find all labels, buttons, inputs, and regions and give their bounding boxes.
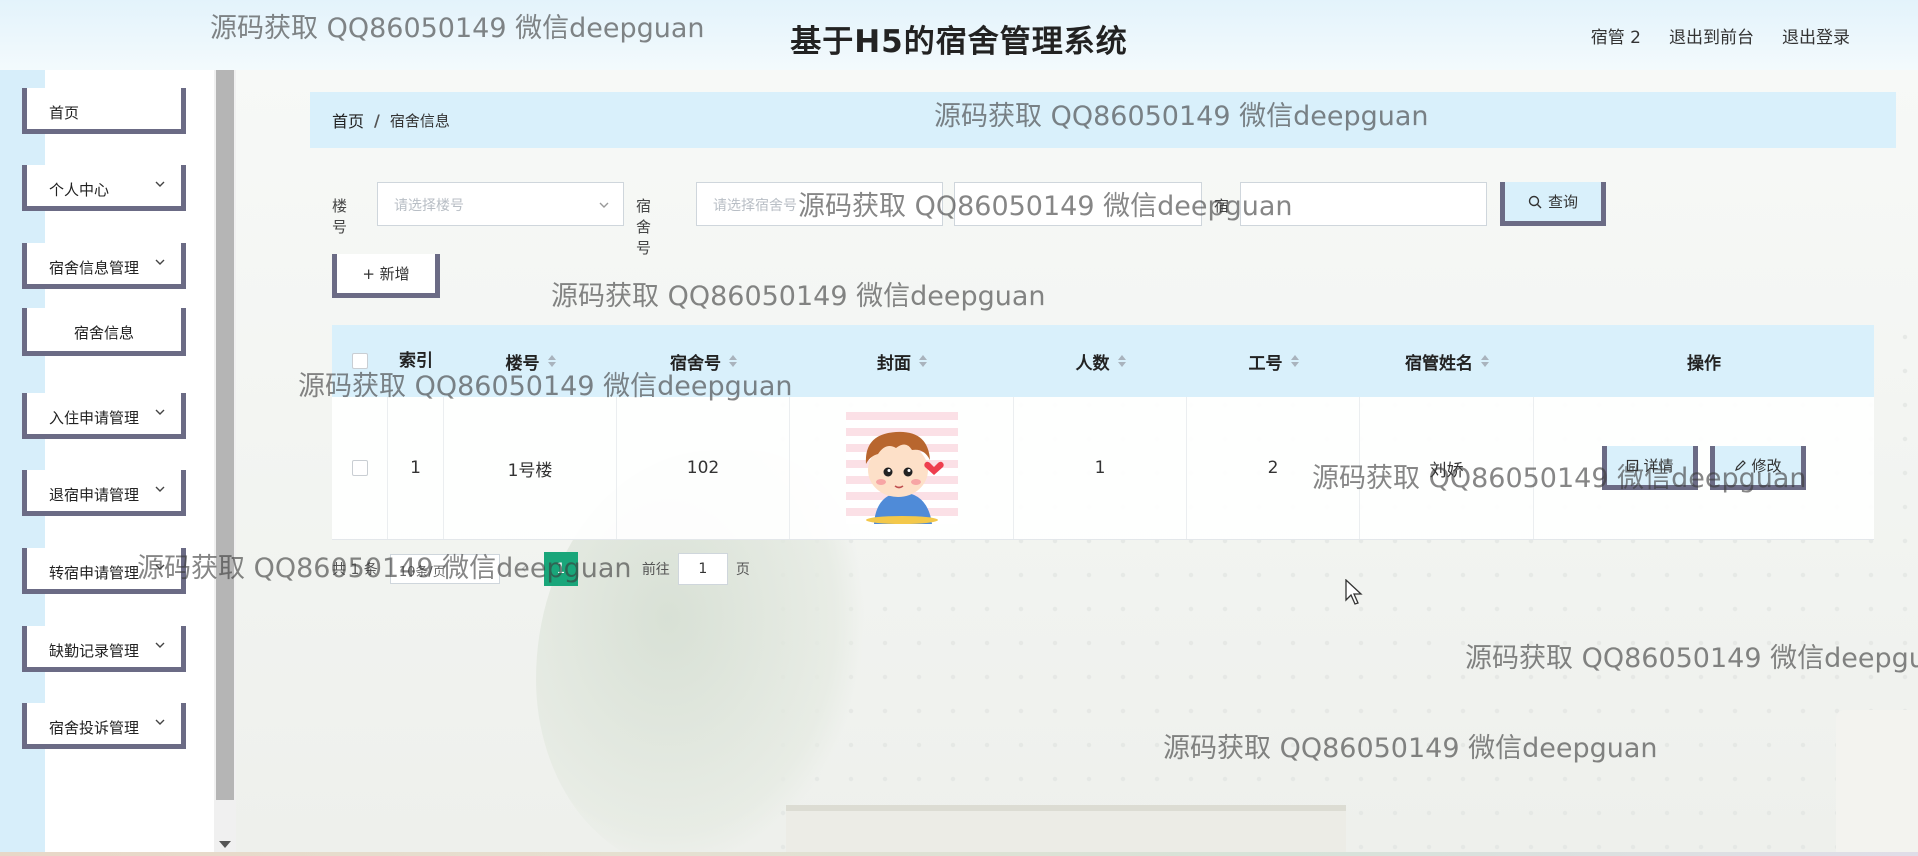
cartoon-boy-image	[865, 431, 944, 524]
bottom-decoration-strip	[0, 852, 1918, 856]
sidebar-item-label: 个人中心	[49, 181, 110, 199]
sidebar-item-absence-management[interactable]: 缺勤记录管理	[22, 626, 186, 672]
watermark: 源码获取 QQ86050149 微信deepguan	[1312, 463, 1807, 494]
cell-cover	[790, 397, 1014, 539]
watermark: 源码获取 QQ86050149 微信deepguan	[934, 101, 1429, 132]
sidebar-item-complaint-management[interactable]: 宿舍投诉管理	[22, 703, 186, 749]
chevron-down-icon	[155, 259, 165, 265]
background-vase-decoration	[1836, 710, 1918, 856]
column-header-count[interactable]: 人数	[1014, 325, 1187, 397]
breadcrumb-separator: /	[374, 110, 380, 130]
background-shelf-decoration	[786, 805, 1346, 856]
cell-count: 1	[1014, 397, 1187, 539]
column-header-cover[interactable]: 封面	[790, 325, 1014, 397]
cell-building: 1号楼	[444, 397, 617, 539]
watermark: 源码获取 QQ86050149 微信deepguan	[137, 553, 632, 584]
watermark: 源码获取 QQ86050149 微信deepguan	[1163, 733, 1658, 764]
building-label: 楼号	[332, 197, 348, 236]
sidebar-item-label: 缺勤记录管理	[49, 642, 140, 660]
room-label: 宿舍号	[636, 197, 652, 257]
add-button-label: + 新增	[362, 265, 410, 283]
sidebar-item-label: 宿舍投诉管理	[49, 719, 140, 737]
column-header-label: 工号	[1248, 353, 1283, 374]
column-header-label: 封面	[877, 353, 911, 374]
sort-icon[interactable]	[1117, 355, 1126, 367]
building-select[interactable]: 请选择楼号	[377, 182, 624, 226]
query-button[interactable]: 查询	[1500, 182, 1606, 226]
column-header-label: 人数	[1075, 353, 1110, 374]
sidebar-item-label: 入住申请管理	[49, 409, 140, 427]
dorm-table: 索引 楼号 宿舍号 封面 人数 工号 宿管姓名 操作 1 1号楼 102 1 2…	[332, 325, 1874, 540]
query-button-label: 查询	[1547, 193, 1578, 211]
breadcrumb-current: 宿舍信息	[389, 111, 450, 130]
sidebar-item-checkout-management[interactable]: 退宿申请管理	[22, 470, 186, 516]
chevron-down-icon	[155, 486, 165, 492]
sidebar-item-label: 宿舍信息管理	[49, 259, 140, 277]
cell-room: 102	[617, 397, 790, 539]
goto-page-input[interactable]: 1	[677, 553, 728, 585]
logout-link[interactable]: 退出登录	[1782, 23, 1850, 48]
watermark: 源码获取 QQ86050149 微信deepguan	[551, 281, 1046, 312]
sidebar-item-label: 宿舍信息	[73, 324, 134, 342]
column-header-actions: 操作	[1687, 353, 1721, 374]
sort-icon[interactable]	[1290, 355, 1299, 367]
column-header-staff-id[interactable]: 工号	[1187, 325, 1360, 397]
scroll-down-arrow-icon[interactable]	[219, 841, 231, 848]
watermark: 源码获取 QQ86050149 微信deepguan	[1465, 643, 1918, 674]
search-icon	[1528, 195, 1542, 208]
chevron-down-icon	[155, 409, 165, 415]
sidebar-item-personal-center[interactable]: 个人中心	[22, 165, 186, 211]
row-checkbox[interactable]	[351, 460, 368, 476]
sidebar-item-dorm-info-management[interactable]: 宿舍信息管理	[22, 243, 186, 289]
row-select-cell	[332, 397, 388, 539]
chevron-down-icon	[155, 719, 165, 725]
cover-image[interactable]	[845, 412, 958, 524]
sidebar-item-home[interactable]: 首页	[22, 88, 186, 134]
chevron-down-icon	[155, 642, 165, 648]
add-button[interactable]: + 新增	[332, 254, 440, 298]
column-header-label: 宿管姓名	[1405, 353, 1473, 374]
goto-unit: 页	[735, 562, 750, 578]
sidebar-item-checkin-management[interactable]: 入住申请管理	[22, 393, 186, 439]
goto-page: 前往 1 页	[642, 553, 750, 585]
breadcrumb-home[interactable]: 首页	[332, 108, 364, 132]
header-nav: 宿管 2 退出到前台 退出登录	[1591, 23, 1850, 48]
chevron-down-icon	[155, 181, 165, 187]
column-header-manager[interactable]: 宿管姓名	[1360, 325, 1534, 397]
sidebar-item-label: 退宿申请管理	[49, 486, 140, 504]
cell-index: 1	[388, 397, 444, 539]
sidebar-scrollbar[interactable]	[214, 70, 236, 856]
sort-icon[interactable]	[1481, 355, 1489, 367]
watermark: 源码获取 QQ86050149 微信deepguan	[210, 13, 705, 44]
mouse-cursor-icon	[1345, 579, 1363, 605]
back-to-frontend-link[interactable]: 退出到前台	[1669, 23, 1754, 48]
watermark: 源码获取 QQ86050149 微信deepguan	[298, 371, 793, 402]
watermark: 源码获取 QQ86050149 微信deepguan	[798, 191, 1293, 222]
scrollbar-thumb[interactable]	[216, 70, 234, 800]
user-menu-link[interactable]: 宿管 2	[1591, 23, 1641, 48]
sidebar-item-label: 转宿申请管理	[49, 564, 140, 582]
sidebar-item-dorm-info[interactable]: 宿舍信息	[22, 308, 186, 356]
sidebar-item-label: 首页	[49, 104, 80, 122]
building-placeholder: 请选择楼号	[394, 198, 464, 214]
chevron-down-icon	[599, 202, 609, 208]
goto-label: 前往	[641, 562, 670, 578]
room-placeholder: 请选择宿舍号	[713, 198, 797, 214]
sort-icon[interactable]	[919, 355, 927, 367]
